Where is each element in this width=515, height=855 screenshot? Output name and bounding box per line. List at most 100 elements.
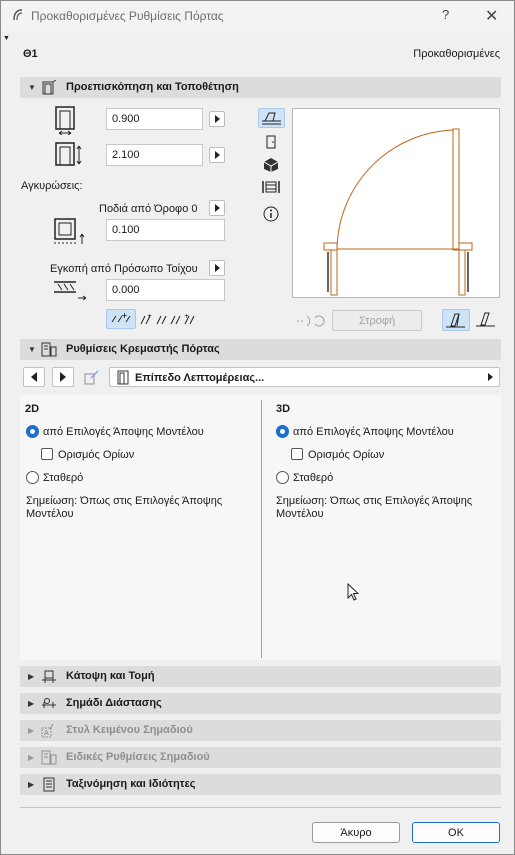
section-label: Σημάδι Διάστασης <box>66 697 162 709</box>
info-icon[interactable] <box>263 206 279 222</box>
svg-text:A: A <box>44 729 49 737</box>
title-bar: Προκαθορισμένες Ρυθμίσεις Πόρτας ? ✕ <box>1 1 514 31</box>
reveal-reference-label: Εγκοπή από Πρόσωπο Τοίχου <box>50 263 198 275</box>
section-preview-positioning[interactable]: ▼ Προεπισκόπηση και Τοποθέτηση <box>20 77 501 98</box>
reveal-input[interactable]: 0.000 <box>106 279 225 301</box>
help-button[interactable]: ? <box>442 7 449 22</box>
document-list-icon <box>43 777 55 792</box>
level-of-detail-select[interactable]: Επίπεδο Λεπτομέρειας... <box>109 367 500 387</box>
note-3d: Σημείωση: Όπως στις Επιλογές Άποψης Μοντ… <box>276 495 473 520</box>
col-3d-title: 3D <box>276 403 291 415</box>
edit-parameters-icon[interactable] <box>83 368 101 386</box>
plan-section-icon <box>42 670 56 683</box>
label-2d-fixed: Σταθερό <box>43 472 84 484</box>
view-elevation-icon[interactable] <box>265 135 277 149</box>
radio-3d-fixed[interactable] <box>276 471 289 484</box>
collapsed-triangle-icon: ▶ <box>28 780 35 789</box>
section-label: Ταξινόμηση και Ιδιότητες <box>66 778 196 790</box>
label-2d-bounds: Ορισμός Ορίων <box>58 449 135 461</box>
next-button[interactable] <box>52 367 74 387</box>
label-3d-fixed: Σταθερό <box>293 472 334 484</box>
archicad-app-icon <box>13 9 23 21</box>
dimension-marker-icon <box>42 698 56 708</box>
anchor-center-button[interactable]: + <box>106 309 136 329</box>
width-options-button[interactable] <box>209 111 225 127</box>
svg-text:+: + <box>147 313 152 320</box>
label-3d-model-view: από Επιλογές Άποψης Μοντέλου <box>293 426 454 438</box>
radio-2d-model-view[interactable] <box>26 425 39 438</box>
width-input[interactable]: 0.900 <box>106 108 203 130</box>
door-height-icon <box>55 142 82 166</box>
cancel-button[interactable]: Άκυρο <box>312 822 400 843</box>
door-panel-icon <box>117 370 129 385</box>
collapsed-triangle-icon: ▶ <box>28 753 35 762</box>
sill-input[interactable]: 0.100 <box>106 219 225 241</box>
element-id: Θ1 <box>23 48 38 60</box>
door-section-icon <box>42 80 57 95</box>
note-2d: Σημείωση: Όπως στις Επιλογές Άποψης Μοντ… <box>26 495 223 520</box>
prev-button[interactable] <box>23 367 45 387</box>
expand-triangle-icon: ▼ <box>28 345 36 354</box>
view-plan-button[interactable] <box>258 108 285 128</box>
detail-settings-panel: 2D από Επιλογές Άποψης Μοντέλου Ορισμός … <box>20 395 501 660</box>
expand-triangle-icon: ▼ <box>28 83 36 92</box>
view-section-icon[interactable] <box>262 180 280 194</box>
svg-text:+: + <box>184 313 189 320</box>
section-hanging-door-settings[interactable]: ▼ Ρυθμίσεις Κρεμαστής Πόρτας <box>20 339 501 360</box>
swing-flip-icon <box>297 315 325 327</box>
door-width-icon <box>55 106 75 135</box>
text-style-icon: A <box>41 723 54 738</box>
window-title: Προκαθορισμένες Ρυθμίσεις Πόρτας <box>31 9 224 23</box>
col-2d-title: 2D <box>25 403 40 415</box>
preset-name: Προκαθορισμένες <box>413 48 500 60</box>
section-label: Ειδικές Ρυθμίσεις Σημαδιού <box>66 751 210 763</box>
label-3d-bounds: Ορισμός Ορίων <box>308 449 385 461</box>
anchor-outer-icon[interactable] <box>169 313 183 326</box>
door-settings-icon <box>41 342 57 357</box>
section-plan-section[interactable]: ▶ Κάτοψη και Τομή <box>20 666 501 687</box>
door-preview-canvas <box>292 108 500 298</box>
collapsed-triangle-icon: ▶ <box>28 672 35 681</box>
sill-height-icon <box>54 218 85 244</box>
marker-settings-icon <box>41 750 57 765</box>
label-2d-model-view: από Επιλογές Άποψης Μοντέλου <box>43 426 204 438</box>
section-label: Στυλ Κειμένου Σημαδιού <box>66 724 193 736</box>
section-label: Ρυθμίσεις Κρεμαστής Πόρτας <box>66 343 220 355</box>
radio-2d-fixed[interactable] <box>26 471 39 484</box>
level-of-detail-label: Επίπεδο Λεπτομέρειας... <box>135 372 265 384</box>
checkbox-3d-bounds[interactable] <box>291 448 303 460</box>
section-marker-text-style[interactable]: ▶ A Στυλ Κειμένου Σημαδιού <box>20 720 501 741</box>
section-dimension-marker[interactable]: ▶ Σημάδι Διάστασης <box>20 693 501 714</box>
section-label: Κάτοψη και Τομή <box>66 670 155 682</box>
anchor-left-icon[interactable]: + <box>139 313 153 326</box>
footer-divider <box>20 807 501 808</box>
mouse-cursor-icon <box>347 583 360 601</box>
section-classification-properties[interactable]: ▶ Ταξινόμηση και Ιδιότητες <box>20 774 501 795</box>
section-marker-custom-settings[interactable]: ▶ Ειδικές Ρυθμίσεις Σημαδιού <box>20 747 501 768</box>
reveal-reference-button[interactable] <box>209 260 225 276</box>
collapsed-triangle-icon: ▶ <box>28 699 35 708</box>
anchor-right-icon[interactable]: + <box>183 313 197 326</box>
sill-reference-button[interactable] <box>209 200 225 216</box>
height-input[interactable]: 2.100 <box>106 144 203 166</box>
checkbox-2d-bounds[interactable] <box>41 448 53 460</box>
radio-3d-model-view[interactable] <box>276 425 289 438</box>
anchors-label: Αγκυρώσεις: <box>21 180 83 192</box>
dialog-window: Προκαθορισμένες Ρυθμίσεις Πόρτας ? ✕ ▼ Θ… <box>0 0 515 855</box>
collapsed-triangle-icon: ▶ <box>28 726 35 735</box>
reveal-depth-icon <box>54 281 87 301</box>
close-button[interactable]: ✕ <box>485 6 498 26</box>
mirror-left-button[interactable] <box>442 309 470 331</box>
sill-reference-label: Ποδιά από Όροφο 0 <box>99 203 198 215</box>
rotate-button[interactable]: Στροφή <box>332 310 422 331</box>
section-label: Προεπισκόπηση και Τοποθέτηση <box>66 81 239 93</box>
pin-icon: ▼ <box>3 35 10 42</box>
height-options-button[interactable] <box>209 147 225 163</box>
door-plan-drawing <box>323 128 473 296</box>
svg-text:+: + <box>121 311 128 320</box>
anchor-inner-icon[interactable] <box>155 313 169 326</box>
ok-button[interactable]: OK <box>412 822 500 843</box>
chevron-right-icon <box>488 373 493 381</box>
mirror-right-button[interactable] <box>473 309 501 331</box>
view-3d-icon[interactable] <box>263 157 279 173</box>
